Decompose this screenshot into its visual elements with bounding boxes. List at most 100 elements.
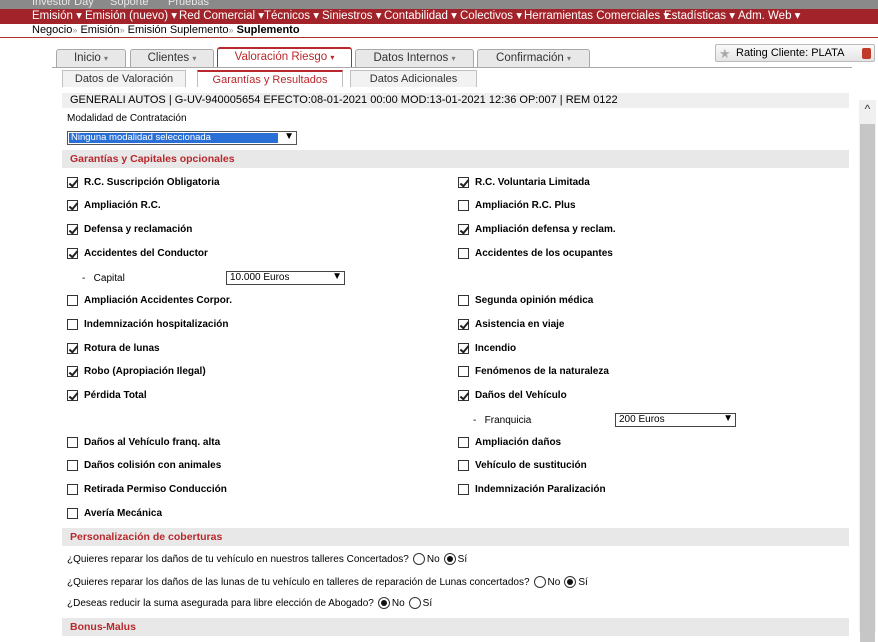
checkbox-accidentes-del-conductor[interactable]: Accidentes del Conductor bbox=[67, 248, 208, 259]
checkbox-box[interactable] bbox=[458, 177, 469, 188]
crumb-suplemento: Suplemento bbox=[236, 24, 300, 36]
checkbox-fenomenos-de-la-naturaleza[interactable]: Fenómenos de la naturaleza bbox=[458, 366, 609, 377]
tab-clientes[interactable]: Clientes ▾ bbox=[130, 49, 214, 68]
checkbox-box[interactable] bbox=[458, 200, 469, 211]
checkbox-box[interactable] bbox=[458, 248, 469, 259]
checkbox-box[interactable] bbox=[67, 248, 78, 259]
checkbox-robo-apropiacion-ilegal[interactable]: Robo (Apropiación Ilegal) bbox=[67, 366, 206, 377]
checkbox-box[interactable] bbox=[67, 200, 78, 211]
menu-adm-web[interactable]: Adm. Web ▾ bbox=[738, 9, 800, 24]
checkbox-ampliacion-defensa-y-reclam[interactable]: Ampliación defensa y reclam. bbox=[458, 224, 616, 235]
subtab-datos-valoracion[interactable]: Datos de Valoración bbox=[62, 70, 186, 87]
tab-inicio[interactable]: Inicio ▾ bbox=[56, 49, 126, 68]
capital-select[interactable]: 10.000 Euros ▼ bbox=[226, 271, 345, 285]
checkbox-box[interactable] bbox=[67, 224, 78, 235]
radio-si[interactable] bbox=[408, 597, 421, 609]
checkbox-box[interactable] bbox=[458, 343, 469, 354]
menu-soporte[interactable]: Soporte bbox=[110, 0, 149, 8]
menu-emision-nuevo[interactable]: Emisión (nuevo) ▾ bbox=[85, 9, 177, 24]
checkbox-box[interactable] bbox=[67, 319, 78, 330]
subtab-datos-adicionales[interactable]: Datos Adicionales bbox=[350, 70, 477, 87]
radio-si[interactable] bbox=[564, 576, 577, 588]
checkbox-rotura-de-lunas[interactable]: Rotura de lunas bbox=[67, 343, 160, 354]
database-icon[interactable] bbox=[862, 48, 871, 59]
scroll-up-icon[interactable]: ^ bbox=[859, 102, 876, 116]
checkbox-box[interactable] bbox=[458, 484, 469, 495]
checkbox-asistencia-en-viaje[interactable]: Asistencia en viaje bbox=[458, 319, 565, 330]
menu-pruebas[interactable]: Pruebas bbox=[168, 0, 209, 8]
menu-colectivos[interactable]: Colectivos ▾ bbox=[460, 9, 522, 24]
menu-tecnicos[interactable]: Técnicos ▾ bbox=[264, 9, 319, 24]
checkbox-danos-al-vehiculo-franq-alta[interactable]: Daños al Vehículo franq. alta bbox=[67, 437, 220, 448]
top-menu-secondary: Investor Day Soporte Pruebas bbox=[0, 0, 878, 9]
menu-emision[interactable]: Emisión ▾ bbox=[32, 9, 82, 24]
checkbox-box[interactable] bbox=[67, 508, 78, 519]
radio-si-label: Sí bbox=[578, 576, 588, 588]
crumb-emision[interactable]: Emisión bbox=[80, 24, 119, 36]
checkbox-box[interactable] bbox=[67, 390, 78, 401]
checkbox-segunda-opinion-medica[interactable]: Segunda opinión médica bbox=[458, 295, 593, 306]
checkbox-box[interactable] bbox=[67, 366, 78, 377]
checkbox-averia-mecanica[interactable]: Avería Mecánica bbox=[67, 508, 162, 519]
checkbox-retirada-permiso-conduccion[interactable]: Retirada Permiso Conducción bbox=[67, 484, 227, 495]
checkbox-label: Accidentes de los ocupantes bbox=[475, 248, 613, 259]
checkbox-box[interactable] bbox=[458, 437, 469, 448]
menu-herramientas-comerciales[interactable]: Herramientas Comerciales ▾ bbox=[524, 9, 669, 24]
checkbox-accidentes-de-los-ocupantes[interactable]: Accidentes de los ocupantes bbox=[458, 248, 613, 259]
checkbox-label: Rotura de lunas bbox=[84, 343, 160, 354]
radio-si[interactable] bbox=[443, 553, 456, 565]
checkbox-label: Ampliación R.C. Plus bbox=[475, 200, 576, 211]
checkbox-incendio[interactable]: Incendio bbox=[458, 343, 516, 354]
checkbox-box[interactable] bbox=[67, 295, 78, 306]
scrollbar-thumb[interactable] bbox=[860, 124, 875, 642]
radio-no[interactable] bbox=[533, 576, 546, 588]
checkbox-ampliacion-r-c-plus[interactable]: Ampliación R.C. Plus bbox=[458, 200, 576, 211]
checkbox-box[interactable] bbox=[458, 460, 469, 471]
checkbox-label: Indemnización hospitalización bbox=[84, 319, 229, 330]
checkbox-box[interactable] bbox=[458, 366, 469, 377]
menu-contabilidad[interactable]: Contabilidad ▾ bbox=[384, 9, 457, 24]
menu-investor-day[interactable]: Investor Day bbox=[32, 0, 94, 8]
menu-estadisticas[interactable]: Estadísticas ▾ bbox=[664, 9, 735, 24]
checkbox-vehiculo-de-sustitucion[interactable]: Vehículo de sustitución bbox=[458, 460, 587, 471]
rating-badge[interactable]: ★ Rating Cliente: PLATA bbox=[715, 44, 875, 62]
checkbox-ampliacion-accidentes-corpor[interactable]: Ampliación Accidentes Corpor. bbox=[67, 295, 232, 306]
checkbox-r-c-voluntaria-limitada[interactable]: R.C. Voluntaria Limitada bbox=[458, 177, 590, 188]
checkbox-indemnizacion-paralizacion[interactable]: Indemnización Paralización bbox=[458, 484, 606, 495]
checkbox-box[interactable] bbox=[67, 343, 78, 354]
menu-red-comercial[interactable]: Red Comercial ▾ bbox=[179, 9, 264, 24]
checkbox-label: R.C. Voluntaria Limitada bbox=[475, 177, 590, 188]
checkbox-perdida-total[interactable]: Pérdida Total bbox=[67, 390, 147, 401]
checkbox-indemnizacion-hospitalizacion[interactable]: Indemnización hospitalización bbox=[67, 319, 228, 330]
tab-datos-internos[interactable]: Datos Internos ▾ bbox=[355, 49, 474, 68]
modalidad-select[interactable]: Ninguna modalidad seleccionada ▼ bbox=[67, 131, 297, 145]
modalidad-label: Modalidad de Contratación bbox=[67, 113, 187, 124]
subtab-garantias-resultados[interactable]: Garantías y Resultados bbox=[197, 70, 343, 87]
checkbox-box[interactable] bbox=[67, 437, 78, 448]
franquicia-select[interactable]: 200 Euros ▼ bbox=[615, 413, 736, 427]
radio-no-label: No bbox=[391, 597, 405, 609]
radio-si-label: Sí bbox=[422, 597, 433, 609]
checkbox-box[interactable] bbox=[458, 224, 469, 235]
crumb-negocio[interactable]: Negocio bbox=[32, 24, 72, 36]
scrollbar[interactable]: ^ bbox=[859, 100, 876, 642]
radio-no[interactable] bbox=[377, 597, 390, 609]
checkbox-box[interactable] bbox=[67, 460, 78, 471]
checkbox-ampliacion-danos[interactable]: Ampliación daños bbox=[458, 437, 561, 448]
checkbox-ampliacion-r-c[interactable]: Ampliación R.C. bbox=[67, 200, 161, 211]
crumb-emision-suplemento[interactable]: Emisión Suplemento bbox=[128, 24, 229, 36]
checkbox-box[interactable] bbox=[67, 484, 78, 495]
menu-siniestros[interactable]: Siniestros ▾ bbox=[322, 9, 381, 24]
checkbox-r-c-suscripcion-obligatoria[interactable]: R.C. Suscripción Obligatoria bbox=[67, 177, 220, 188]
checkbox-danos-colision-con-animales[interactable]: Daños colisión con animales bbox=[67, 460, 221, 471]
tab-valoracion-riesgo[interactable]: Valoración Riesgo ▾ bbox=[217, 47, 352, 68]
checkbox-box[interactable] bbox=[458, 390, 469, 401]
tab-confirmacion[interactable]: Confirmación ▾ bbox=[477, 49, 590, 68]
checkbox-box[interactable] bbox=[67, 177, 78, 188]
checkbox-danos-del-vehiculo[interactable]: Daños del Vehículo bbox=[458, 390, 567, 401]
franquicia-label: - Franquicia bbox=[473, 415, 532, 426]
checkbox-box[interactable] bbox=[458, 319, 469, 330]
checkbox-defensa-y-reclamacion[interactable]: Defensa y reclamación bbox=[67, 224, 192, 235]
radio-no[interactable] bbox=[412, 553, 425, 565]
checkbox-box[interactable] bbox=[458, 295, 469, 306]
